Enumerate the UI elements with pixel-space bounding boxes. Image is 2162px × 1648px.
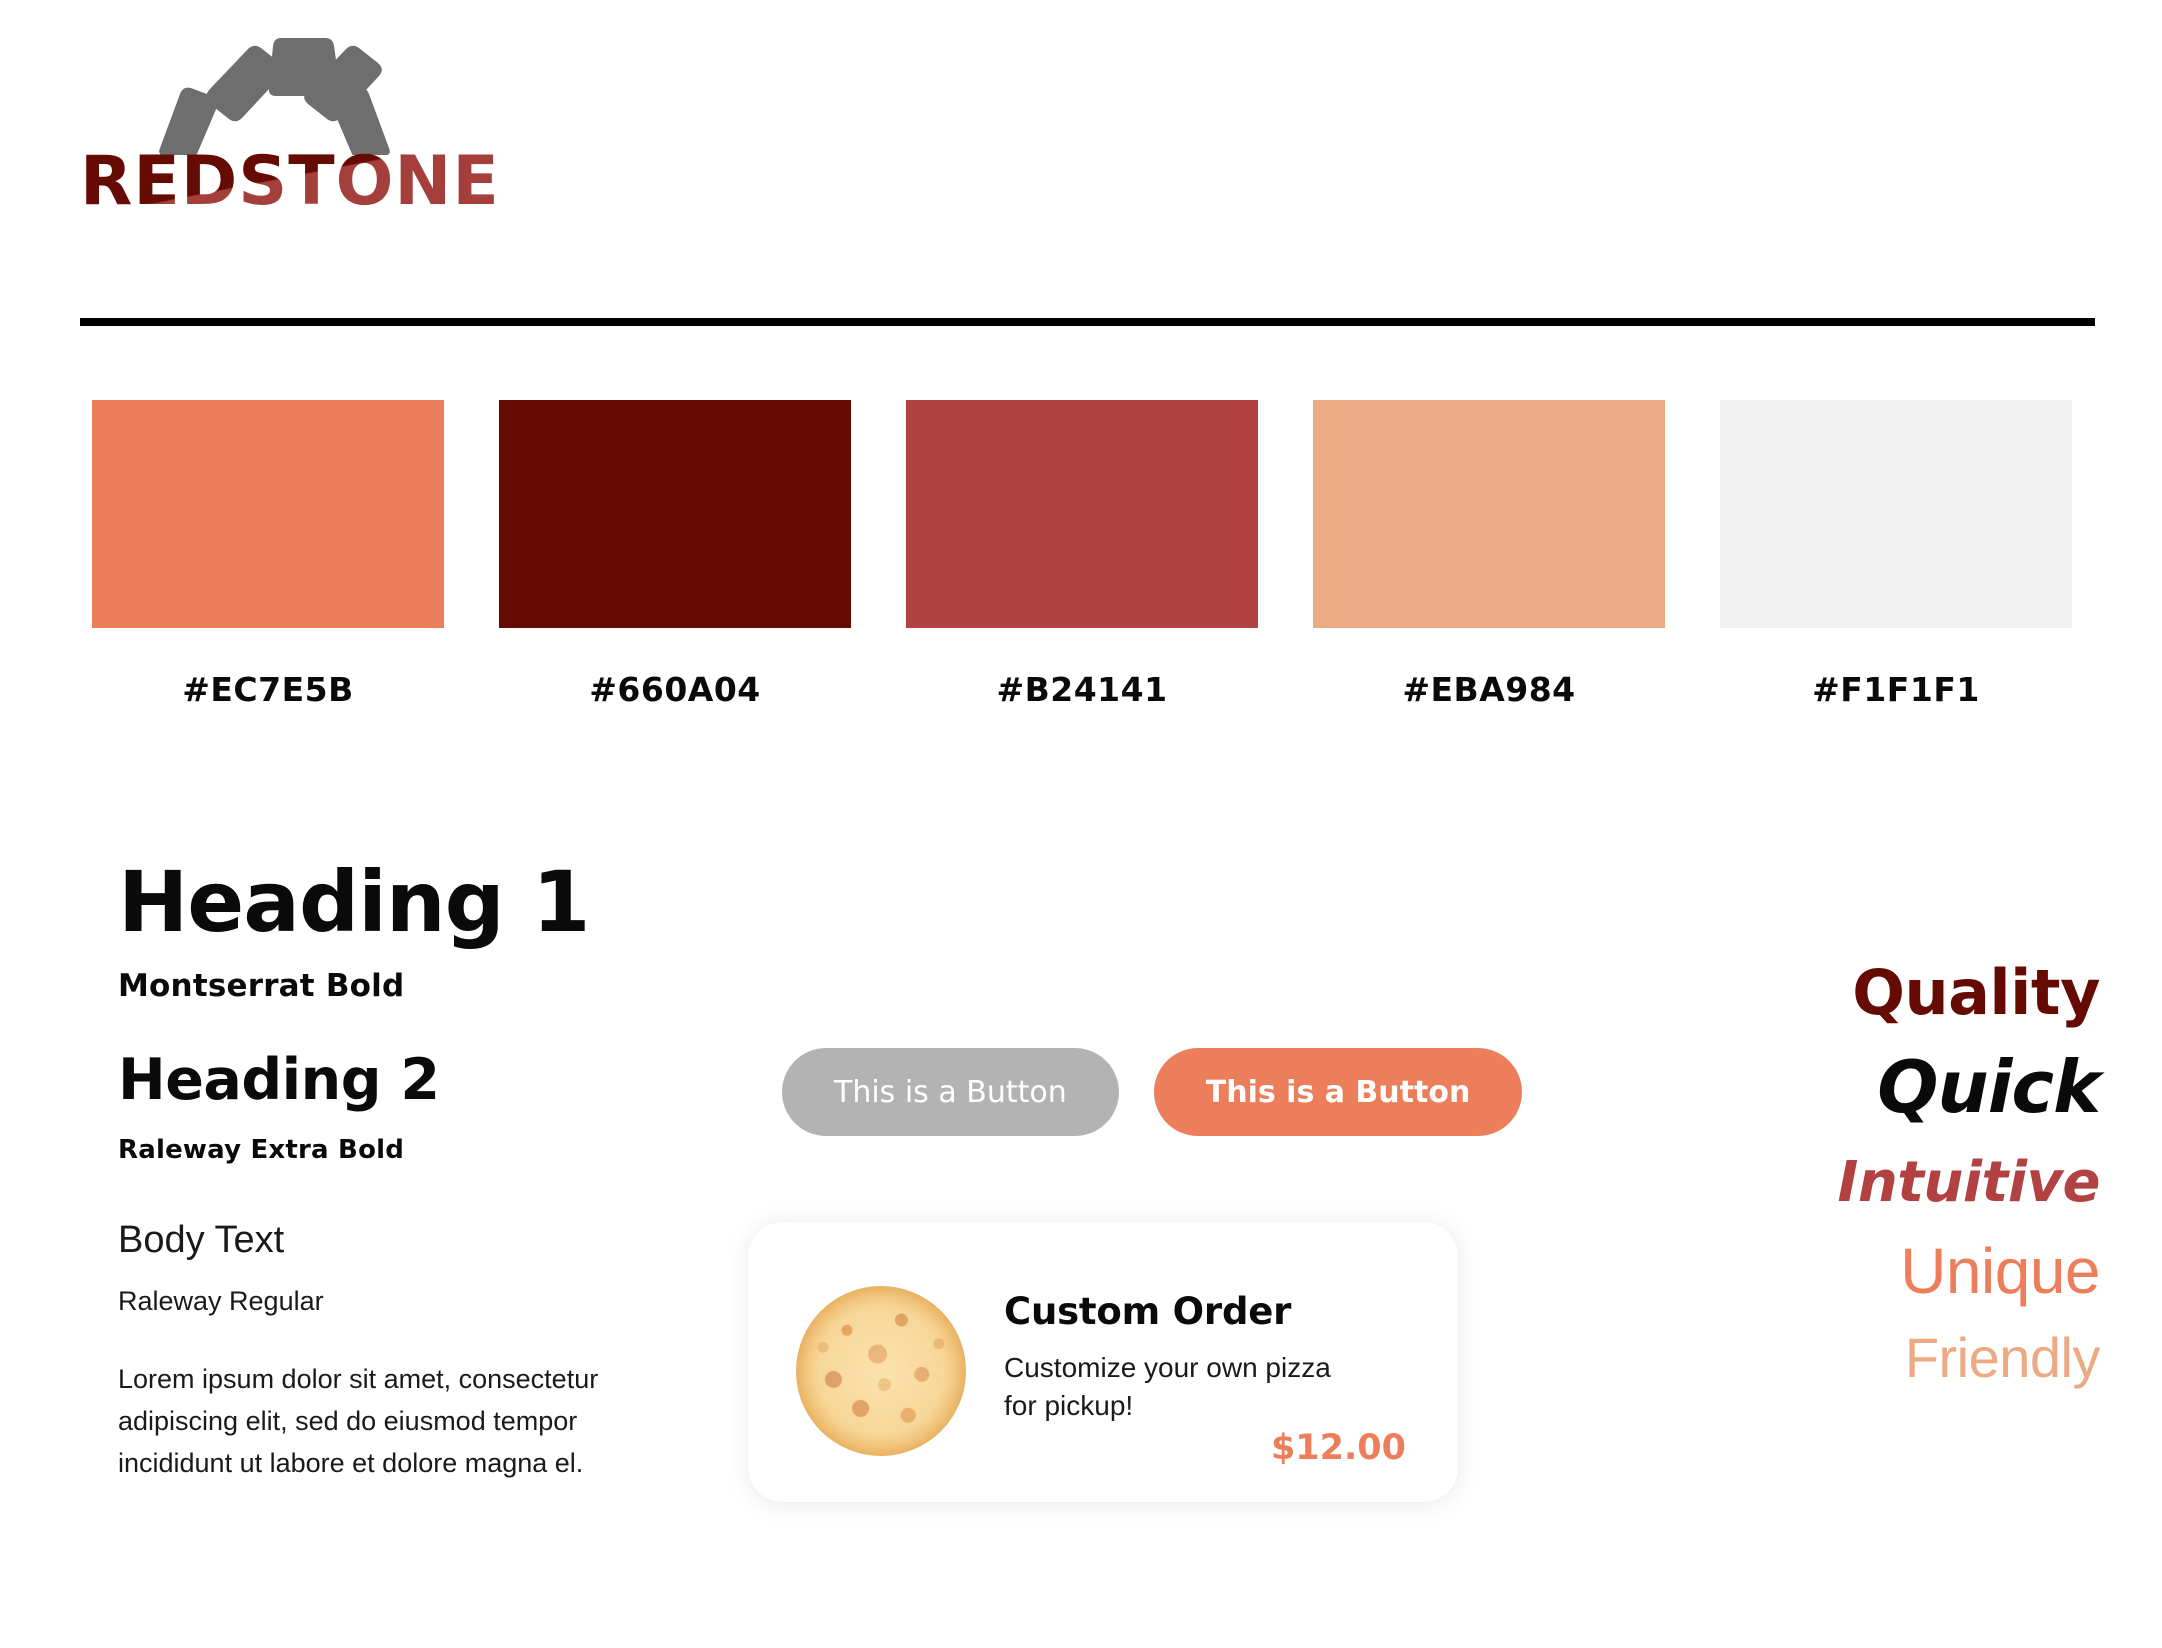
stone-arch-icon [159,38,390,155]
body-text-sample: Body Text [118,1219,285,1261]
heading-1-sample: Heading 1 [118,853,591,951]
primary-button[interactable]: This is a Button [1153,1048,1523,1136]
secondary-button[interactable]: This is a Button [782,1048,1119,1136]
body-text-font: Raleway Regular [118,1286,324,1316]
swatch-4: #EBA984 [1313,400,1665,709]
adjective-quick: Quick [1877,1044,2101,1129]
product-card-inner: Custom Order Customize your own pizza fo… [748,1222,1458,1502]
pizza-icon [796,1286,966,1456]
swatch-hex-5: #F1F1F1 [1812,670,1980,709]
typography-section: Heading 1 Montserrat Bold Heading 2 Rale… [118,860,738,1485]
swatch-chip-5 [1720,400,2072,628]
swatch-chip-4 [1313,400,1665,628]
body-paragraph: Lorem ipsum dolor sit amet, consectetur … [118,1364,599,1478]
product-description: Customize your own pizza for pickup! [1004,1352,1331,1421]
heading-1-font: Montserrat Bold [118,968,405,1004]
adjective-friendly: Friendly [1904,1326,2101,1390]
swatch-hex-2: #660A04 [589,670,761,709]
style-guide-page: REDSTONE #EC7E5B #660A04 #B24141 #EBA984… [0,0,2162,1648]
button-samples: This is a Button This is a Button [782,1048,1523,1136]
brand-logo: REDSTONE [80,20,520,280]
swatch-hex-4: #EBA984 [1402,670,1576,709]
adjective-quality: Quality [1852,956,2100,1029]
adjective-intuitive: Intuitive [1837,1149,2101,1215]
brand-adjectives: Quality Quick Intuitive Unique Friendly [1600,956,2101,1390]
adjective-unique: Unique [1900,1235,2100,1308]
swatch-hex-3: #B24141 [996,670,1168,709]
swatch-chip-2 [499,400,851,628]
product-title: Custom Order [1004,1290,1292,1333]
color-palette: #EC7E5B #660A04 #B24141 #EBA984 #F1F1F1 [92,400,2072,709]
swatch-chip-1 [92,400,444,628]
heading-2-font: Raleway Extra Bold [118,1135,405,1165]
heading-2-sample: Heading 2 [118,1047,440,1113]
header-divider [80,318,2095,326]
swatch-1: #EC7E5B [92,400,444,709]
swatch-3: #B24141 [906,400,1258,709]
swatch-hex-1: #EC7E5B [182,670,354,709]
swatch-chip-3 [906,400,1258,628]
product-price: $12.00 [1270,1428,1406,1468]
product-card[interactable]: Custom Order Customize your own pizza fo… [748,1222,1458,1502]
brand-wordmark: REDSTONE [80,142,500,221]
swatch-2: #660A04 [499,400,851,709]
swatch-5: #F1F1F1 [1720,400,2072,709]
